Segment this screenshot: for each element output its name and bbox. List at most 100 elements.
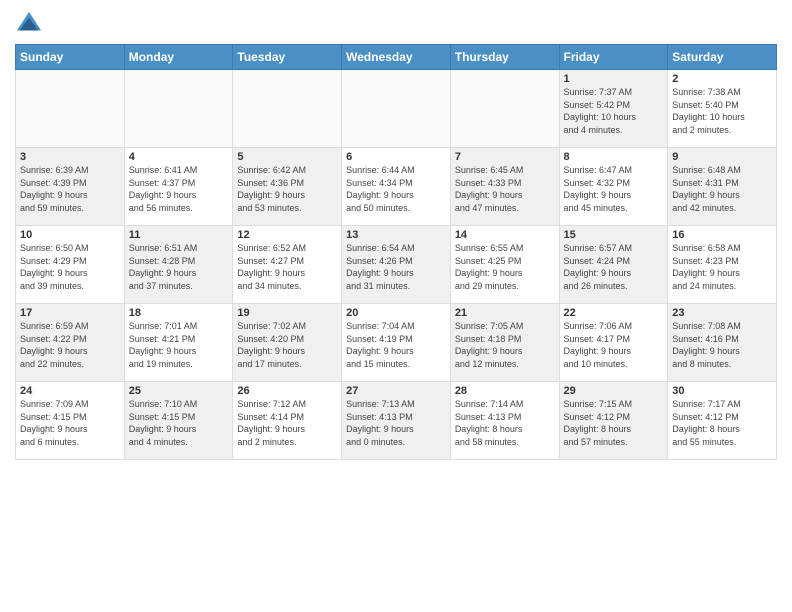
day-info: Sunrise: 7:13 AMSunset: 4:13 PMDaylight:… xyxy=(346,398,446,448)
day-number: 19 xyxy=(237,307,337,319)
day-info: Sunrise: 6:45 AMSunset: 4:33 PMDaylight:… xyxy=(455,164,555,214)
calendar-cell: 4Sunrise: 6:41 AMSunset: 4:37 PMDaylight… xyxy=(124,148,233,226)
logo-icon xyxy=(15,10,43,38)
calendar-cell: 10Sunrise: 6:50 AMSunset: 4:29 PMDayligh… xyxy=(16,226,125,304)
day-number: 17 xyxy=(20,307,120,319)
day-info: Sunrise: 7:15 AMSunset: 4:12 PMDaylight:… xyxy=(564,398,664,448)
calendar-cell xyxy=(342,70,451,148)
day-info: Sunrise: 6:44 AMSunset: 4:34 PMDaylight:… xyxy=(346,164,446,214)
day-info: Sunrise: 7:38 AMSunset: 5:40 PMDaylight:… xyxy=(672,86,772,136)
day-info: Sunrise: 6:48 AMSunset: 4:31 PMDaylight:… xyxy=(672,164,772,214)
day-number: 26 xyxy=(237,385,337,397)
day-info: Sunrise: 7:04 AMSunset: 4:19 PMDaylight:… xyxy=(346,320,446,370)
header xyxy=(15,10,777,38)
day-number: 8 xyxy=(564,151,664,163)
day-number: 28 xyxy=(455,385,555,397)
calendar-cell: 1Sunrise: 7:37 AMSunset: 5:42 PMDaylight… xyxy=(559,70,668,148)
header-cell-sunday: Sunday xyxy=(16,45,125,70)
week-row-1: 1Sunrise: 7:37 AMSunset: 5:42 PMDaylight… xyxy=(16,70,777,148)
calendar-cell: 9Sunrise: 6:48 AMSunset: 4:31 PMDaylight… xyxy=(668,148,777,226)
day-info: Sunrise: 6:57 AMSunset: 4:24 PMDaylight:… xyxy=(564,242,664,292)
day-number: 3 xyxy=(20,151,120,163)
day-number: 15 xyxy=(564,229,664,241)
calendar-cell: 22Sunrise: 7:06 AMSunset: 4:17 PMDayligh… xyxy=(559,304,668,382)
day-info: Sunrise: 7:17 AMSunset: 4:12 PMDaylight:… xyxy=(672,398,772,448)
calendar-cell: 19Sunrise: 7:02 AMSunset: 4:20 PMDayligh… xyxy=(233,304,342,382)
day-number: 20 xyxy=(346,307,446,319)
day-number: 10 xyxy=(20,229,120,241)
calendar-cell: 26Sunrise: 7:12 AMSunset: 4:14 PMDayligh… xyxy=(233,382,342,460)
day-number: 16 xyxy=(672,229,772,241)
calendar-cell: 18Sunrise: 7:01 AMSunset: 4:21 PMDayligh… xyxy=(124,304,233,382)
day-info: Sunrise: 7:05 AMSunset: 4:18 PMDaylight:… xyxy=(455,320,555,370)
day-number: 18 xyxy=(129,307,229,319)
day-number: 6 xyxy=(346,151,446,163)
header-cell-thursday: Thursday xyxy=(450,45,559,70)
day-info: Sunrise: 6:52 AMSunset: 4:27 PMDaylight:… xyxy=(237,242,337,292)
header-cell-tuesday: Tuesday xyxy=(233,45,342,70)
week-row-3: 10Sunrise: 6:50 AMSunset: 4:29 PMDayligh… xyxy=(16,226,777,304)
calendar-cell: 20Sunrise: 7:04 AMSunset: 4:19 PMDayligh… xyxy=(342,304,451,382)
calendar-cell: 25Sunrise: 7:10 AMSunset: 4:15 PMDayligh… xyxy=(124,382,233,460)
calendar-cell: 3Sunrise: 6:39 AMSunset: 4:39 PMDaylight… xyxy=(16,148,125,226)
day-number: 9 xyxy=(672,151,772,163)
calendar-cell xyxy=(450,70,559,148)
calendar-cell: 17Sunrise: 6:59 AMSunset: 4:22 PMDayligh… xyxy=(16,304,125,382)
day-info: Sunrise: 7:08 AMSunset: 4:16 PMDaylight:… xyxy=(672,320,772,370)
day-info: Sunrise: 6:41 AMSunset: 4:37 PMDaylight:… xyxy=(129,164,229,214)
day-number: 27 xyxy=(346,385,446,397)
day-info: Sunrise: 7:12 AMSunset: 4:14 PMDaylight:… xyxy=(237,398,337,448)
day-info: Sunrise: 7:02 AMSunset: 4:20 PMDaylight:… xyxy=(237,320,337,370)
day-info: Sunrise: 6:51 AMSunset: 4:28 PMDaylight:… xyxy=(129,242,229,292)
day-number: 7 xyxy=(455,151,555,163)
calendar-cell: 28Sunrise: 7:14 AMSunset: 4:13 PMDayligh… xyxy=(450,382,559,460)
week-row-5: 24Sunrise: 7:09 AMSunset: 4:15 PMDayligh… xyxy=(16,382,777,460)
calendar-cell: 8Sunrise: 6:47 AMSunset: 4:32 PMDaylight… xyxy=(559,148,668,226)
day-info: Sunrise: 7:14 AMSunset: 4:13 PMDaylight:… xyxy=(455,398,555,448)
day-number: 30 xyxy=(672,385,772,397)
calendar-cell: 2Sunrise: 7:38 AMSunset: 5:40 PMDaylight… xyxy=(668,70,777,148)
day-number: 22 xyxy=(564,307,664,319)
calendar-cell xyxy=(16,70,125,148)
day-info: Sunrise: 6:59 AMSunset: 4:22 PMDaylight:… xyxy=(20,320,120,370)
calendar-cell: 24Sunrise: 7:09 AMSunset: 4:15 PMDayligh… xyxy=(16,382,125,460)
day-info: Sunrise: 6:55 AMSunset: 4:25 PMDaylight:… xyxy=(455,242,555,292)
day-number: 21 xyxy=(455,307,555,319)
day-number: 4 xyxy=(129,151,229,163)
day-number: 11 xyxy=(129,229,229,241)
day-info: Sunrise: 6:54 AMSunset: 4:26 PMDaylight:… xyxy=(346,242,446,292)
header-cell-wednesday: Wednesday xyxy=(342,45,451,70)
calendar-cell: 5Sunrise: 6:42 AMSunset: 4:36 PMDaylight… xyxy=(233,148,342,226)
calendar-cell: 29Sunrise: 7:15 AMSunset: 4:12 PMDayligh… xyxy=(559,382,668,460)
day-info: Sunrise: 6:42 AMSunset: 4:36 PMDaylight:… xyxy=(237,164,337,214)
calendar-cell: 27Sunrise: 7:13 AMSunset: 4:13 PMDayligh… xyxy=(342,382,451,460)
header-row: SundayMondayTuesdayWednesdayThursdayFrid… xyxy=(16,45,777,70)
calendar-cell xyxy=(233,70,342,148)
day-info: Sunrise: 6:50 AMSunset: 4:29 PMDaylight:… xyxy=(20,242,120,292)
day-number: 14 xyxy=(455,229,555,241)
week-row-4: 17Sunrise: 6:59 AMSunset: 4:22 PMDayligh… xyxy=(16,304,777,382)
day-number: 24 xyxy=(20,385,120,397)
calendar-cell: 23Sunrise: 7:08 AMSunset: 4:16 PMDayligh… xyxy=(668,304,777,382)
logo xyxy=(15,10,47,38)
day-info: Sunrise: 6:47 AMSunset: 4:32 PMDaylight:… xyxy=(564,164,664,214)
day-number: 2 xyxy=(672,73,772,85)
day-info: Sunrise: 7:01 AMSunset: 4:21 PMDaylight:… xyxy=(129,320,229,370)
calendar-cell: 11Sunrise: 6:51 AMSunset: 4:28 PMDayligh… xyxy=(124,226,233,304)
calendar-cell: 6Sunrise: 6:44 AMSunset: 4:34 PMDaylight… xyxy=(342,148,451,226)
calendar-cell xyxy=(124,70,233,148)
day-info: Sunrise: 7:10 AMSunset: 4:15 PMDaylight:… xyxy=(129,398,229,448)
calendar-cell: 30Sunrise: 7:17 AMSunset: 4:12 PMDayligh… xyxy=(668,382,777,460)
calendar-cell: 7Sunrise: 6:45 AMSunset: 4:33 PMDaylight… xyxy=(450,148,559,226)
calendar-cell: 14Sunrise: 6:55 AMSunset: 4:25 PMDayligh… xyxy=(450,226,559,304)
calendar-cell: 21Sunrise: 7:05 AMSunset: 4:18 PMDayligh… xyxy=(450,304,559,382)
header-cell-friday: Friday xyxy=(559,45,668,70)
calendar-cell: 16Sunrise: 6:58 AMSunset: 4:23 PMDayligh… xyxy=(668,226,777,304)
calendar-cell: 15Sunrise: 6:57 AMSunset: 4:24 PMDayligh… xyxy=(559,226,668,304)
day-number: 25 xyxy=(129,385,229,397)
week-row-2: 3Sunrise: 6:39 AMSunset: 4:39 PMDaylight… xyxy=(16,148,777,226)
day-info: Sunrise: 7:37 AMSunset: 5:42 PMDaylight:… xyxy=(564,86,664,136)
calendar-cell: 13Sunrise: 6:54 AMSunset: 4:26 PMDayligh… xyxy=(342,226,451,304)
calendar-table: SundayMondayTuesdayWednesdayThursdayFrid… xyxy=(15,44,777,460)
day-info: Sunrise: 7:06 AMSunset: 4:17 PMDaylight:… xyxy=(564,320,664,370)
